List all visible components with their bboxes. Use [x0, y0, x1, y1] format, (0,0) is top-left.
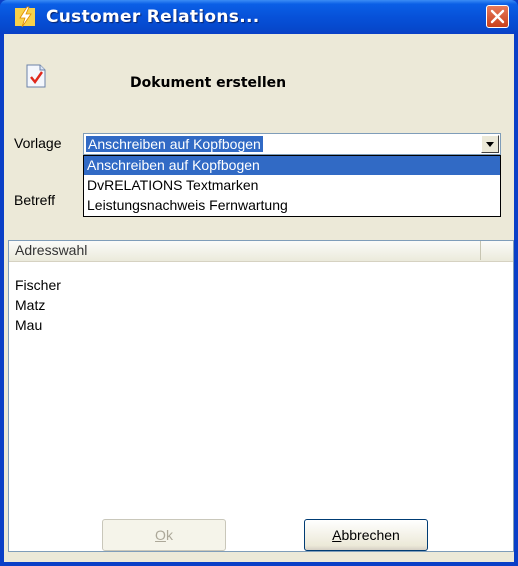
vorlage-label: Vorlage — [14, 135, 62, 151]
close-icon — [490, 9, 505, 24]
dropdown-option[interactable]: DvRELATIONS Textmarken — [84, 176, 500, 195]
column-header-adresswahl[interactable]: Adresswahl — [9, 241, 481, 260]
cancel-button[interactable]: Abbrechen — [304, 519, 428, 551]
ok-mnemonic: O — [155, 527, 166, 543]
title-bar[interactable]: Customer Relations... — [0, 0, 518, 34]
ok-button[interactable]: Ok — [102, 519, 226, 551]
address-list[interactable]: Adresswahl Fischer Matz Mau — [8, 240, 514, 552]
list-item[interactable]: Matz — [15, 297, 45, 313]
betreff-label: Betreff — [14, 192, 55, 208]
dropdown-option[interactable]: Leistungsnachweis Fernwartung — [84, 196, 500, 215]
vorlage-selected-value: Anschreiben auf Kopfbogen — [86, 136, 263, 152]
dropdown-option[interactable]: Anschreiben auf Kopfbogen — [84, 156, 500, 175]
document-check-icon — [26, 64, 46, 88]
column-header-empty[interactable] — [481, 241, 513, 260]
vorlage-dropdown-list: Anschreiben auf Kopfbogen DvRELATIONS Te… — [83, 155, 501, 217]
vorlage-select[interactable]: Anschreiben auf Kopfbogen — [83, 133, 501, 155]
chevron-down-icon[interactable] — [481, 135, 499, 153]
close-button[interactable] — [486, 5, 509, 28]
ok-label-rest: k — [165, 527, 173, 543]
list-item[interactable]: Mau — [15, 317, 42, 333]
list-header: Adresswahl — [9, 241, 513, 262]
lightning-icon — [14, 6, 36, 28]
window-title: Customer Relations... — [46, 7, 260, 27]
dialog-heading: Dokument erstellen — [130, 75, 287, 91]
dialog-body: Dokument erstellen Vorlage Anschreiben a… — [4, 34, 514, 562]
dialog-window: Customer Relations... Dokument erstellen… — [0, 0, 518, 566]
list-item[interactable]: Fischer — [15, 277, 61, 293]
cancel-label-rest: bbrechen — [341, 527, 400, 543]
